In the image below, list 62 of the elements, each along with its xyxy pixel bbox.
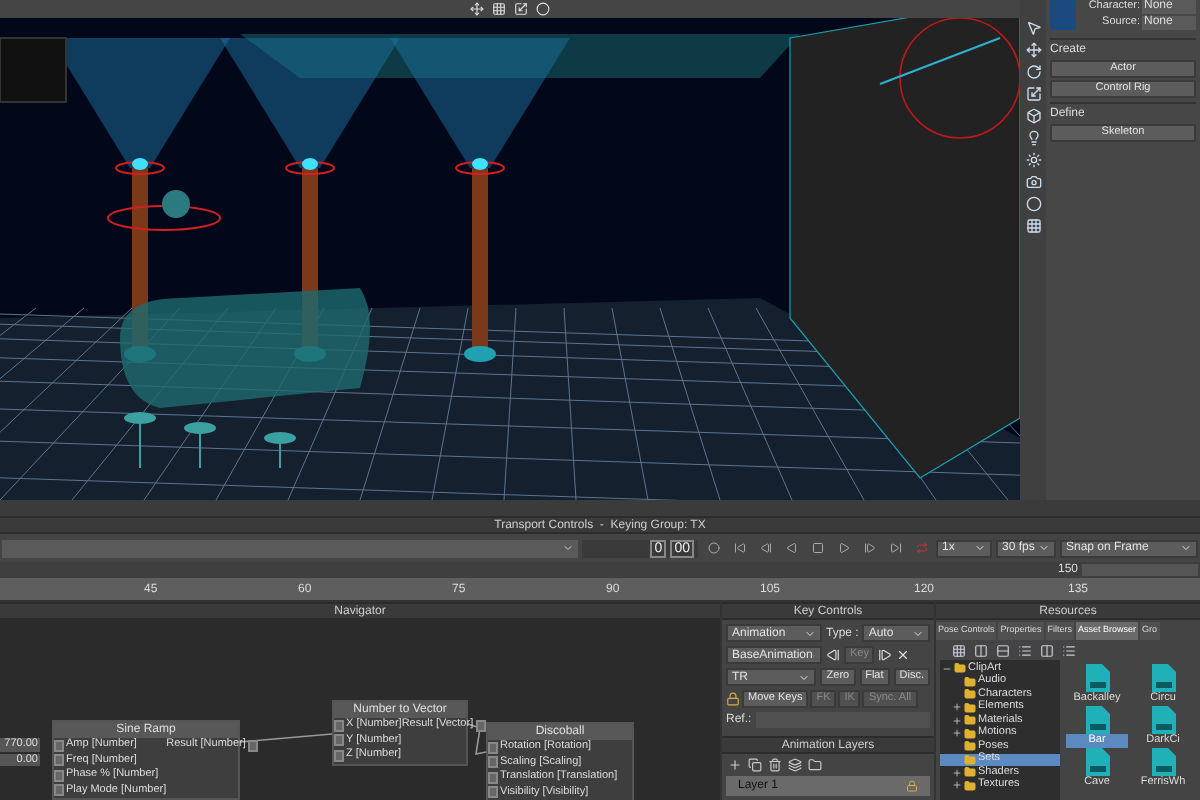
previous-key-icon[interactable] [826,648,840,662]
list-icon[interactable] [1062,643,1076,657]
circle-icon[interactable] [536,2,550,16]
step-forward-icon [863,542,875,554]
expand-icon[interactable] [952,702,962,713]
scale-icon[interactable] [514,2,528,16]
caret-icon [912,627,924,639]
trash-icon[interactable] [768,758,782,772]
sun-icon[interactable] [1025,152,1041,168]
asset-file-icon [1085,706,1109,734]
caret-icon [562,542,574,554]
list-icon[interactable] [1018,643,1032,657]
loop-icon [915,542,927,554]
asset-file-icon [1151,748,1175,776]
asset-file-icon [1151,706,1175,734]
record-icon [707,542,719,554]
output-port[interactable] [247,739,258,752]
cube-icon[interactable] [1025,108,1041,124]
scale-icon[interactable] [1025,86,1041,102]
timeline-field[interactable] [2,539,578,557]
bulb-icon[interactable] [1025,130,1041,146]
stop-icon [811,542,823,554]
lock-icon[interactable] [906,780,918,792]
close-icon[interactable] [896,648,911,662]
layers-icon[interactable] [788,758,802,772]
asset-file-icon [1151,664,1175,692]
caret-icon [1180,542,1192,554]
skip-forward-icon [889,542,901,554]
lock-icon[interactable] [726,692,740,706]
grid-icon[interactable] [952,643,966,657]
asset-file-icon [1085,748,1109,776]
columns-icon[interactable] [1040,643,1054,657]
move-icon[interactable] [1025,42,1041,58]
step-back-icon [759,542,771,554]
expand-icon[interactable] [952,715,962,726]
rotate-icon[interactable] [1025,64,1041,80]
rows-icon[interactable] [996,643,1010,657]
caret-icon [974,542,986,554]
folder-icon[interactable] [808,758,822,772]
columns-icon[interactable] [974,643,988,657]
caret-icon [1038,542,1050,554]
record-button[interactable] [702,539,724,557]
camera-icon[interactable] [1025,174,1041,190]
pointer-icon[interactable] [1025,20,1041,36]
copy-icon[interactable] [748,758,762,772]
skip-back-icon [733,542,745,554]
play-icon [837,542,849,554]
circle-icon[interactable] [1025,196,1041,212]
move-icon[interactable] [470,2,484,16]
collapse-icon[interactable] [942,663,952,674]
character-avatar [1050,0,1076,30]
expand-icon[interactable] [952,780,962,791]
grid-icon[interactable] [1025,218,1041,234]
output-port[interactable] [475,719,486,732]
grid-icon[interactable] [492,2,506,16]
next-key-icon[interactable] [878,648,893,662]
expand-icon[interactable] [952,728,962,739]
asset-file-icon [1085,664,1109,692]
play-reverse-icon [785,542,797,554]
plus-icon[interactable] [728,758,742,772]
expand-icon[interactable] [952,767,962,778]
frame-field[interactable] [1082,564,1198,576]
